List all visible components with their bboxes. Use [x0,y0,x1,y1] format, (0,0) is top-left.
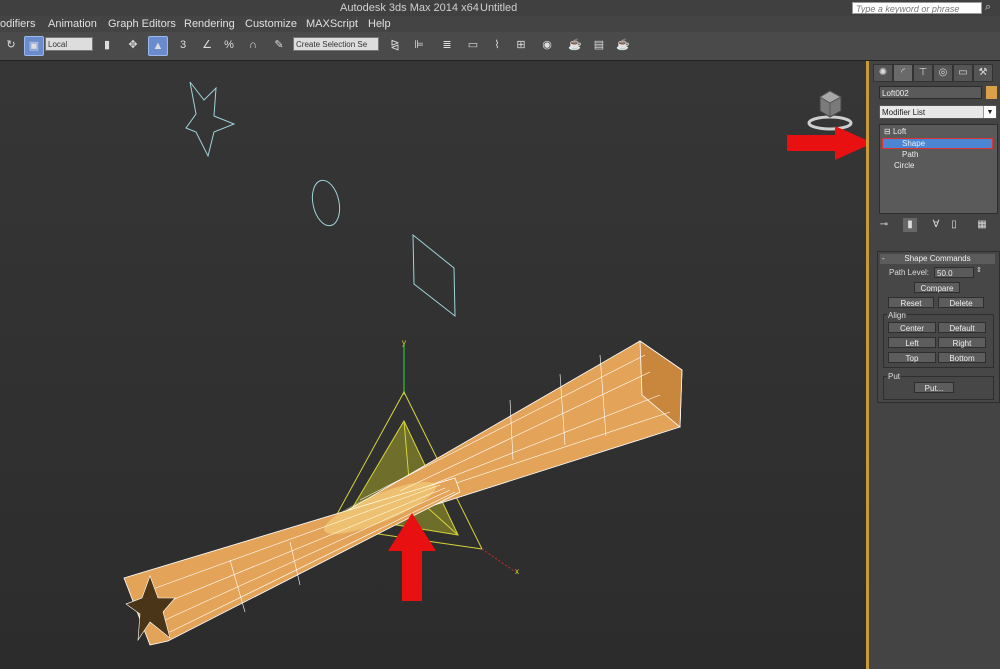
modifier-list-dropdown[interactable]: Modifier List ▼ [879,105,997,119]
star-shape[interactable] [185,81,236,158]
shape-commands-rollout: - Shape Commands Path Level: 50.0 ⇕ Comp… [877,251,1000,403]
snap-toggle-icon[interactable]: 3 [174,36,192,54]
modifier-stack[interactable]: ⊟ Loft Shape Path Circle [879,124,998,214]
modifier-list-label: Modifier List [882,108,926,117]
mirror-icon[interactable]: ⧎ [386,36,404,54]
pin-stack-icon[interactable]: ⊸ [877,218,891,232]
menu-maxscript[interactable]: MAXScript [306,18,358,30]
select-object-icon[interactable]: ▣ [24,36,44,56]
display-tab-icon[interactable]: ▭ [953,64,973,82]
configure-sets-icon[interactable]: ▦ [975,218,989,232]
reset-button[interactable]: Reset [888,297,934,308]
align-icon[interactable]: ⊫ [410,36,428,54]
delete-button[interactable]: Delete [938,297,984,308]
hierarchy-tab-icon[interactable]: ⊤ [913,64,933,82]
motion-tab-icon[interactable]: ◎ [933,64,953,82]
named-selection-dropdown[interactable]: Create Selection Se [293,37,379,51]
stack-item-loft[interactable]: ⊟ Loft [884,127,906,137]
chevron-down-icon[interactable]: ▼ [983,106,996,118]
right-button[interactable]: Right [938,337,986,348]
spinner-arrows-icon[interactable]: ⇕ [976,266,982,274]
create-tab-icon[interactable]: ✺ [873,64,893,82]
object-name-field[interactable]: Loft002 [879,86,982,99]
spinner-snap-icon[interactable]: ∩ [244,36,262,54]
rollout-header[interactable]: - Shape Commands [880,254,995,264]
bottom-button[interactable]: Bottom [938,352,986,363]
align-group-label: Align [887,311,907,320]
collapse-icon[interactable]: ⊟ [884,127,891,136]
minus-icon[interactable]: - [882,254,885,264]
edit-named-selection-icon[interactable]: ✎ [270,36,288,54]
command-panel: ✺ ◜ ⊤ ◎ ▭ ⚒ Loft002 Modifier List ▼ ⊟ Lo… [869,61,1000,669]
select-manipulate-icon[interactable]: ▲ [148,36,168,56]
stack-item-circle[interactable]: Circle [894,161,914,171]
material-editor-icon[interactable]: ◉ [538,36,556,54]
app-title: Autodesk 3ds Max 2014 x64 [340,2,479,14]
document-title: Untitled [480,2,518,14]
percent-snap-icon[interactable]: % [220,36,238,54]
menu-customize[interactable]: Customize [245,18,297,30]
menu-bar: odifiers Animation Graph Editors Renderi… [0,16,1000,32]
stack-item-shape[interactable]: Shape [902,139,925,149]
annotation-arrow-right [787,126,873,160]
stack-item-loft-label: Loft [892,127,907,136]
reference-coordinate-dropdown[interactable]: Local [45,37,93,51]
curve-editor-icon[interactable]: ⌇ [488,36,506,54]
main-toolbar: ↻ ▣ Local ▮ ✥ ▲ 3 ∠ % ∩ ✎ Create Selecti… [0,32,1000,61]
menu-rendering[interactable]: Rendering [184,18,235,30]
make-unique-icon[interactable]: ∀ [929,218,943,232]
menu-help[interactable]: Help [368,18,391,30]
menu-graph-editors[interactable]: Graph Editors [108,18,176,30]
rollout-title: Shape Commands [904,254,971,263]
annotation-arrow-up [388,513,436,601]
path-level-spinner[interactable]: 50.0 [934,267,974,278]
show-end-result-icon[interactable]: ▮ [903,218,917,232]
angle-snap-icon[interactable]: ∠ [198,36,216,54]
render-teapot-icon[interactable]: ☕ [614,36,632,54]
menu-modifiers[interactable]: odifiers [0,18,35,30]
search-input[interactable]: Type a keyword or phrase [852,2,982,14]
move-icon[interactable]: ✥ [124,36,142,54]
compare-button[interactable]: Compare [914,282,960,293]
rendered-frame-icon[interactable]: ▤ [590,36,608,54]
stack-toolbar: ⊸ ▮ ∀ ▯ ▦ [877,218,997,234]
menu-animation[interactable]: Animation [48,18,97,30]
stack-selection-highlight [882,138,993,149]
ribbon-icon[interactable]: ▭ [464,36,482,54]
rectangle-shape[interactable] [412,233,456,318]
render-setup-icon[interactable]: ☕ [566,36,584,54]
use-pivot-icon[interactable]: ▮ [98,36,116,54]
path-level-label: Path Level: [889,268,930,277]
axis-y-label: y [402,338,406,347]
axis-x-label: x [515,567,519,576]
default-button[interactable]: Default [938,322,986,333]
schematic-view-icon[interactable]: ⊞ [512,36,530,54]
left-button[interactable]: Left [888,337,936,348]
put-button[interactable]: Put... [914,382,954,393]
layer-manager-icon[interactable]: ≣ [438,36,456,54]
stack-item-path[interactable]: Path [902,150,918,160]
utilities-tab-icon[interactable]: ⚒ [973,64,993,82]
top-button[interactable]: Top [888,352,936,363]
modify-tab-icon[interactable]: ◜ [893,64,913,82]
circle-shape[interactable] [309,178,344,228]
title-bar: Autodesk 3ds Max 2014 x64 Untitled Type … [0,0,1000,16]
binoculars-icon[interactable]: ⌕ [985,1,991,14]
center-button[interactable]: Center [888,322,936,333]
put-group-label: Put [887,372,902,381]
remove-modifier-icon[interactable]: ▯ [947,218,961,232]
rotate-icon[interactable]: ↻ [2,36,20,54]
object-color-swatch[interactable] [986,86,997,99]
